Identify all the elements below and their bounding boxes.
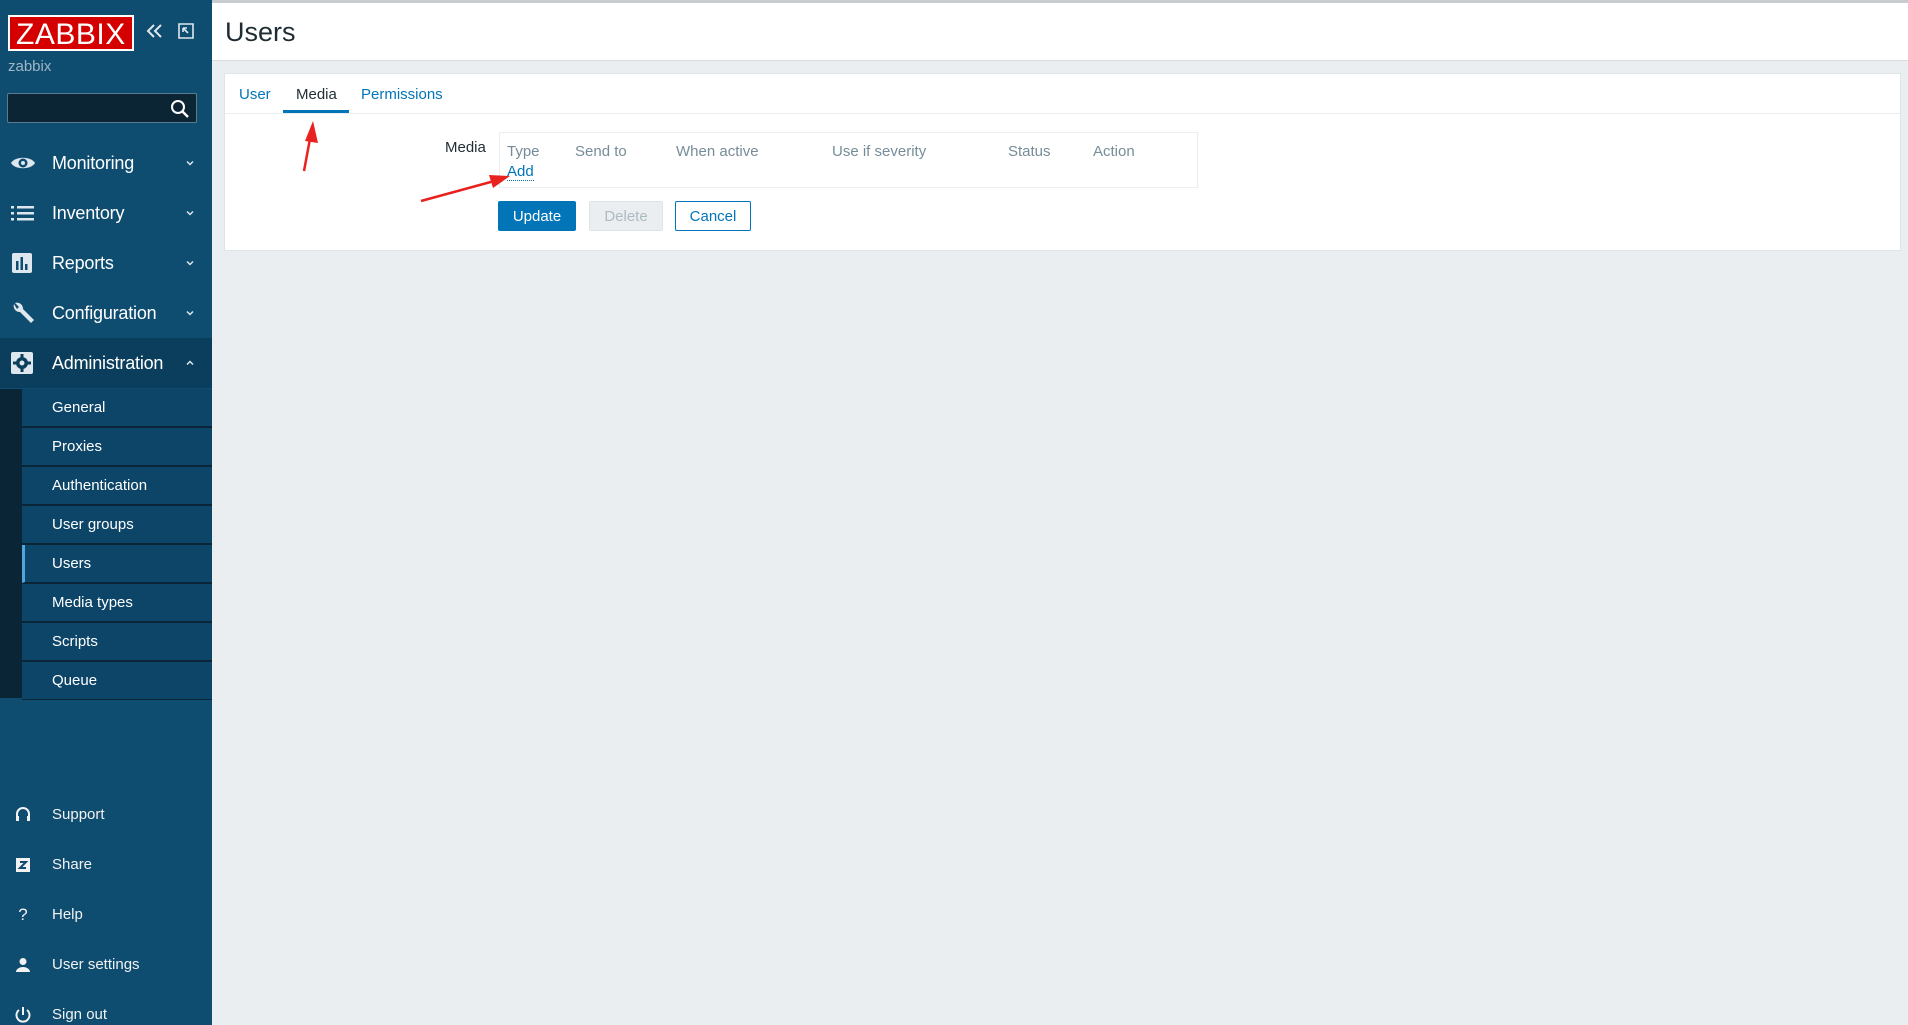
submenu-label: User groups [52, 516, 134, 533]
submenu-label: Queue [52, 672, 98, 689]
menu-label: Monitoring [52, 152, 135, 173]
user-icon [12, 955, 34, 975]
bottom-item-support[interactable]: Support [0, 795, 212, 835]
user-form-panel: User Media Permissions Media Type Send t… [224, 73, 1901, 251]
bottom-label: Help [52, 906, 83, 923]
submenu-item-proxies[interactable]: Proxies [22, 428, 212, 466]
submenu-item-queue[interactable]: Queue [22, 662, 212, 700]
submenu-label: Proxies [52, 438, 103, 455]
zabbix-logo[interactable]: ZABBIX [8, 15, 134, 51]
submenu-label: General [52, 399, 106, 416]
column-header-action: Action [1093, 143, 1135, 160]
submenu-label: Users [52, 555, 92, 572]
chevron-up-icon [184, 356, 196, 368]
chevron-down-icon [184, 256, 196, 268]
share-z-icon [12, 855, 34, 875]
media-field-label: Media [445, 139, 486, 156]
submenu-item-user-groups[interactable]: User groups [22, 506, 212, 544]
bottom-label: Sign out [52, 1006, 108, 1023]
bottom-label: Share [52, 856, 93, 873]
cancel-button[interactable]: Cancel [675, 201, 751, 231]
search-input[interactable] [8, 94, 166, 122]
wrench-icon [10, 301, 36, 325]
sidebar: ZABBIX zabbix Monitoring Inventory Repor [0, 0, 212, 1025]
collapse-sidebar-icon[interactable] [143, 19, 167, 43]
submenu-item-media-types[interactable]: Media types [22, 584, 212, 622]
bottom-label: User settings [52, 956, 140, 973]
menu-monitoring[interactable]: Monitoring [0, 138, 212, 188]
logo-row: ZABBIX [8, 15, 208, 51]
chevron-down-icon [184, 306, 196, 318]
chevron-down-icon [184, 156, 196, 168]
eye-icon [10, 151, 36, 175]
submenu-item-authentication[interactable]: Authentication [22, 467, 212, 505]
column-header-type: Type [507, 143, 540, 160]
column-header-send-to: Send to [575, 143, 627, 160]
menu-label: Administration [52, 352, 164, 373]
active-tab-indicator [283, 110, 349, 113]
submenu-label: Scripts [52, 633, 98, 650]
tab-permissions[interactable]: Permissions [361, 86, 443, 103]
tab-bar: User Media Permissions [225, 74, 1900, 114]
submenu-label: Media types [52, 594, 133, 611]
tab-user[interactable]: User [239, 86, 271, 103]
chevron-down-icon [184, 206, 196, 218]
column-header-use-if-severity: Use if severity [832, 143, 927, 160]
menu-reports[interactable]: Reports [0, 238, 212, 288]
page-title: Users [225, 17, 296, 47]
add-media-link[interactable]: Add [507, 163, 534, 181]
update-button[interactable]: Update [498, 201, 576, 231]
column-header-status: Status [1008, 143, 1051, 160]
submenu-item-users[interactable]: Users [22, 545, 212, 583]
submenu-item-scripts[interactable]: Scripts [22, 623, 212, 661]
search-box [7, 93, 197, 123]
menu-label: Configuration [52, 302, 157, 323]
menu-label: Inventory [52, 202, 125, 223]
bottom-item-share[interactable]: Share [0, 845, 212, 885]
administration-submenu: General Proxies Authentication User grou… [0, 389, 212, 700]
menu-administration[interactable]: Administration [0, 338, 212, 388]
list-icon [10, 201, 36, 225]
page-header: Users [212, 3, 1908, 61]
headset-icon [12, 805, 34, 825]
kiosk-mode-icon[interactable] [174, 19, 198, 43]
menu-configuration[interactable]: Configuration [0, 288, 212, 338]
help-icon: ? [18, 905, 28, 924]
gear-icon [10, 351, 36, 375]
bar-chart-icon [10, 251, 36, 275]
search-icon[interactable] [168, 97, 192, 121]
bottom-item-user-settings[interactable]: User settings [0, 945, 212, 985]
tab-media[interactable]: Media [296, 86, 337, 103]
media-table: Type Send to When active Use if severity… [499, 132, 1198, 188]
menu-label: Reports [52, 252, 114, 273]
delete-button: Delete [589, 201, 663, 231]
power-icon [12, 1005, 34, 1025]
column-header-when-active: When active [676, 143, 759, 160]
submenu-label: Authentication [52, 477, 148, 494]
bottom-label: Support [52, 806, 105, 823]
submenu-item-general[interactable]: General [22, 389, 212, 427]
bottom-item-help[interactable]: ? Help [0, 895, 212, 935]
menu-inventory[interactable]: Inventory [0, 188, 212, 238]
bottom-item-sign-out[interactable]: Sign out [0, 995, 212, 1025]
server-name: zabbix [8, 58, 52, 75]
